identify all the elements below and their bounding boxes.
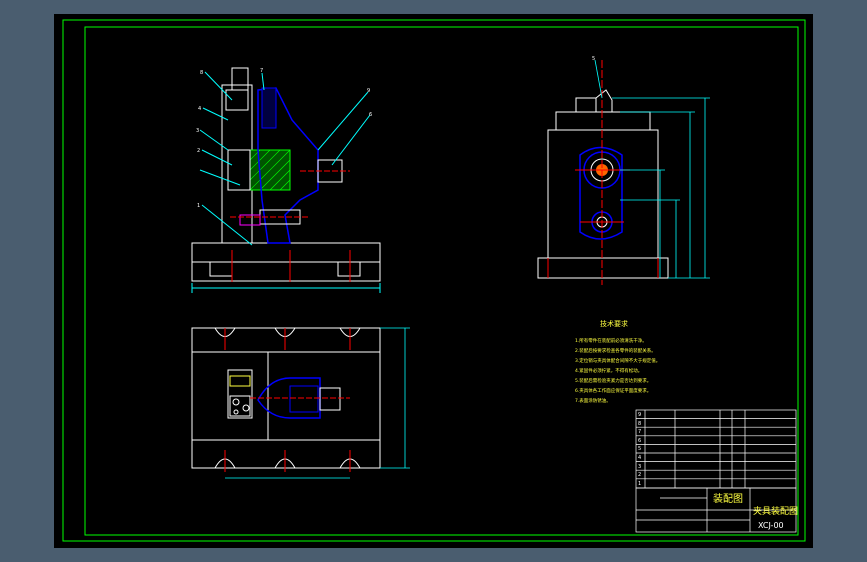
cad-drawing: 8 7 4 3 2 1 9 6 5 技术要求 1.所有零件在装配前必须清洗干净。…	[62, 19, 806, 542]
side-view: 5	[537, 56, 710, 285]
tech-req-line-4: 4.紧固件必须拧紧，不得有松动。	[575, 367, 642, 374]
tech-requirements: 技术要求 1.所有零件在装配前必须清洗干净。 2.装配后按要求检查各零件的装配关…	[575, 319, 660, 404]
part-no-9: 9	[638, 412, 641, 418]
front-section-view: 8 7 4 3 2 1 9 6	[191, 67, 381, 293]
tech-req-line-5: 5.装配后需检验夹紧力是否达到要求。	[575, 377, 651, 384]
part-no-2: 2	[638, 472, 641, 478]
callout-9: 9	[367, 88, 370, 94]
callout-3: 3	[196, 128, 199, 134]
tech-req-line-2: 2.装配后按要求检查各零件的装配关系。	[575, 347, 656, 354]
part-no-5: 5	[638, 446, 641, 452]
callout-2: 2	[197, 148, 200, 154]
parts-list	[635, 409, 797, 489]
parts-list-numbers: 9 8 7 6 5 4 3 2 1	[638, 412, 641, 487]
tech-req-line-3: 3.定位销与夹具体配合间隙不大于规定值。	[575, 357, 660, 364]
title-name: 夹具装配图	[753, 505, 798, 517]
callout-7: 7	[260, 68, 263, 74]
callout-4: 4	[198, 106, 201, 112]
tech-req-line-1: 1.所有零件在装配前必须清洗干净。	[575, 337, 647, 344]
part-no-8: 8	[638, 421, 641, 427]
callout-1: 1	[197, 203, 200, 209]
callout-8: 8	[200, 70, 203, 76]
tech-req-line-7: 7.表面涂防锈油。	[575, 397, 611, 404]
title-main: 装配图	[713, 492, 743, 505]
part-no-1: 1	[638, 481, 641, 487]
top-view	[191, 327, 410, 479]
callout-side-5: 5	[592, 56, 595, 62]
part-no-3: 3	[638, 464, 641, 470]
tech-requirements-title: 技术要求	[600, 319, 628, 328]
tech-req-line-6: 6.夹具体各工作面应保证平面度要求。	[575, 387, 651, 394]
part-no-6: 6	[638, 438, 641, 444]
part-no-7: 7	[638, 429, 641, 435]
part-no-4: 4	[638, 455, 641, 461]
drawing-number: XCJ-00	[758, 521, 784, 530]
callout-6: 6	[369, 112, 372, 118]
